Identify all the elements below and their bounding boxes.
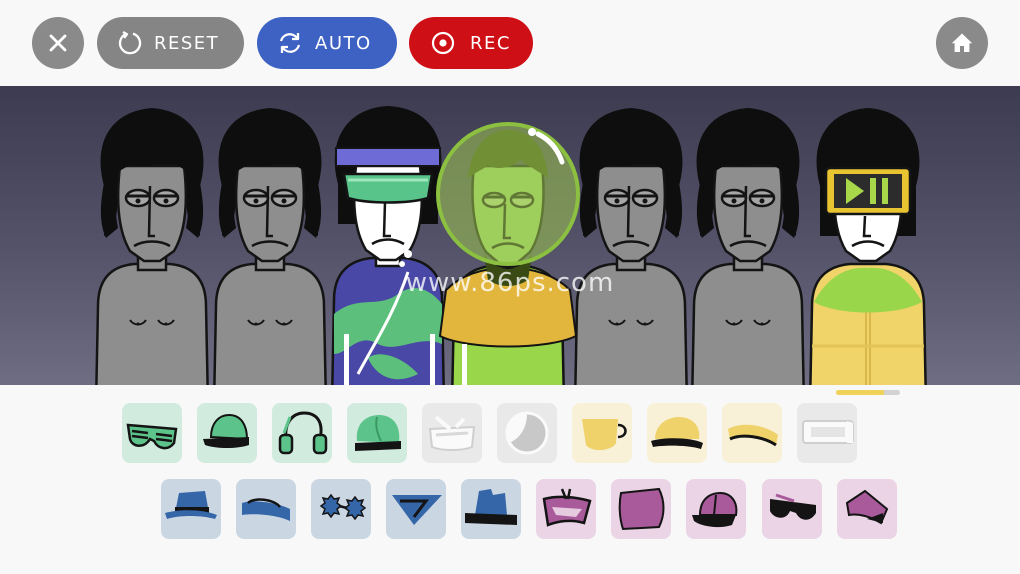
icon-tile-pink-hood[interactable] [611, 479, 671, 539]
performer-1[interactable] [94, 106, 210, 385]
blue-visor-icon [392, 495, 442, 525]
loop-progress-bar [836, 390, 900, 395]
blue-top-hat-icon [465, 489, 517, 525]
headphones-icon [278, 411, 328, 455]
pink-mask-icon [542, 488, 592, 527]
close-button[interactable] [32, 17, 84, 69]
icon-tile-blue-headband[interactable] [236, 479, 296, 539]
reset-label: RESET [154, 32, 220, 54]
pink-hood-icon [618, 487, 665, 531]
performer-5[interactable] [573, 106, 689, 385]
close-icon [49, 34, 67, 52]
performer-3[interactable] [331, 106, 445, 385]
icon-tile-headphones[interactable] [272, 403, 332, 463]
icon-tile-pink-bucket-hat[interactable] [837, 479, 897, 539]
icon-tile-green-cap[interactable] [197, 403, 257, 463]
icon-tile-pink-cap[interactable] [686, 479, 746, 539]
green-cap-icon [203, 413, 249, 448]
icon-tile-shutter-shades[interactable] [122, 403, 182, 463]
pink-cap-icon [692, 491, 738, 528]
icon-tile-yellow-headband[interactable] [722, 403, 782, 463]
home-button[interactable] [936, 17, 988, 69]
pink-sunglasses-icon [770, 493, 816, 520]
reset-button[interactable]: RESET [97, 17, 244, 69]
shutter-shades-icon [126, 423, 178, 450]
blue-fedora-icon [165, 491, 217, 519]
icon-tile-pink-mask[interactable] [536, 479, 596, 539]
icon-tile-gear-glasses[interactable] [311, 479, 371, 539]
yellow-mug-icon [582, 419, 627, 451]
home-icon [951, 33, 973, 52]
record-icon [431, 31, 455, 55]
icon-tile-blue-fedora[interactable] [161, 479, 221, 539]
pink-bucket-hat-icon [845, 489, 889, 525]
blue-headband-icon [242, 498, 290, 521]
rec-label: REC [470, 32, 511, 54]
loop-progress-fill [836, 390, 884, 395]
white-goggles-icon [428, 415, 476, 451]
icon-tile-white-goggles[interactable] [422, 403, 482, 463]
icon-tile-led-visor[interactable] [797, 403, 857, 463]
reset-icon [118, 30, 142, 55]
icon-tile-blue-top-hat[interactable] [461, 479, 521, 539]
rec-button[interactable]: REC [409, 17, 533, 69]
icon-tile-green-beanie[interactable] [347, 403, 407, 463]
performer-7[interactable] [809, 108, 927, 385]
yellow-headband-icon [728, 424, 778, 447]
icon-tile-pink-sunglasses[interactable] [762, 479, 822, 539]
green-beanie-icon [355, 415, 401, 451]
gear-glasses-icon [319, 493, 367, 521]
led-visor-icon [802, 420, 854, 444]
performer-6[interactable] [690, 106, 806, 385]
bubble-helmet-icon [505, 411, 549, 455]
icon-tile-yellow-mug[interactable] [572, 403, 632, 463]
performer-stage: www.86ps.com [0, 86, 1020, 385]
top-toolbar: RESET AUTO REC [0, 0, 1020, 86]
icon-tile-bubble-helmet[interactable] [497, 403, 557, 463]
icon-tile-yellow-helmet[interactable] [647, 403, 707, 463]
auto-button[interactable]: AUTO [257, 17, 397, 69]
sync-icon [279, 33, 301, 53]
icon-tile-blue-visor[interactable] [386, 479, 446, 539]
performer-4[interactable] [436, 122, 580, 385]
yellow-helmet-icon [651, 417, 703, 449]
auto-label: AUTO [315, 32, 372, 54]
performer-2[interactable] [212, 106, 328, 385]
